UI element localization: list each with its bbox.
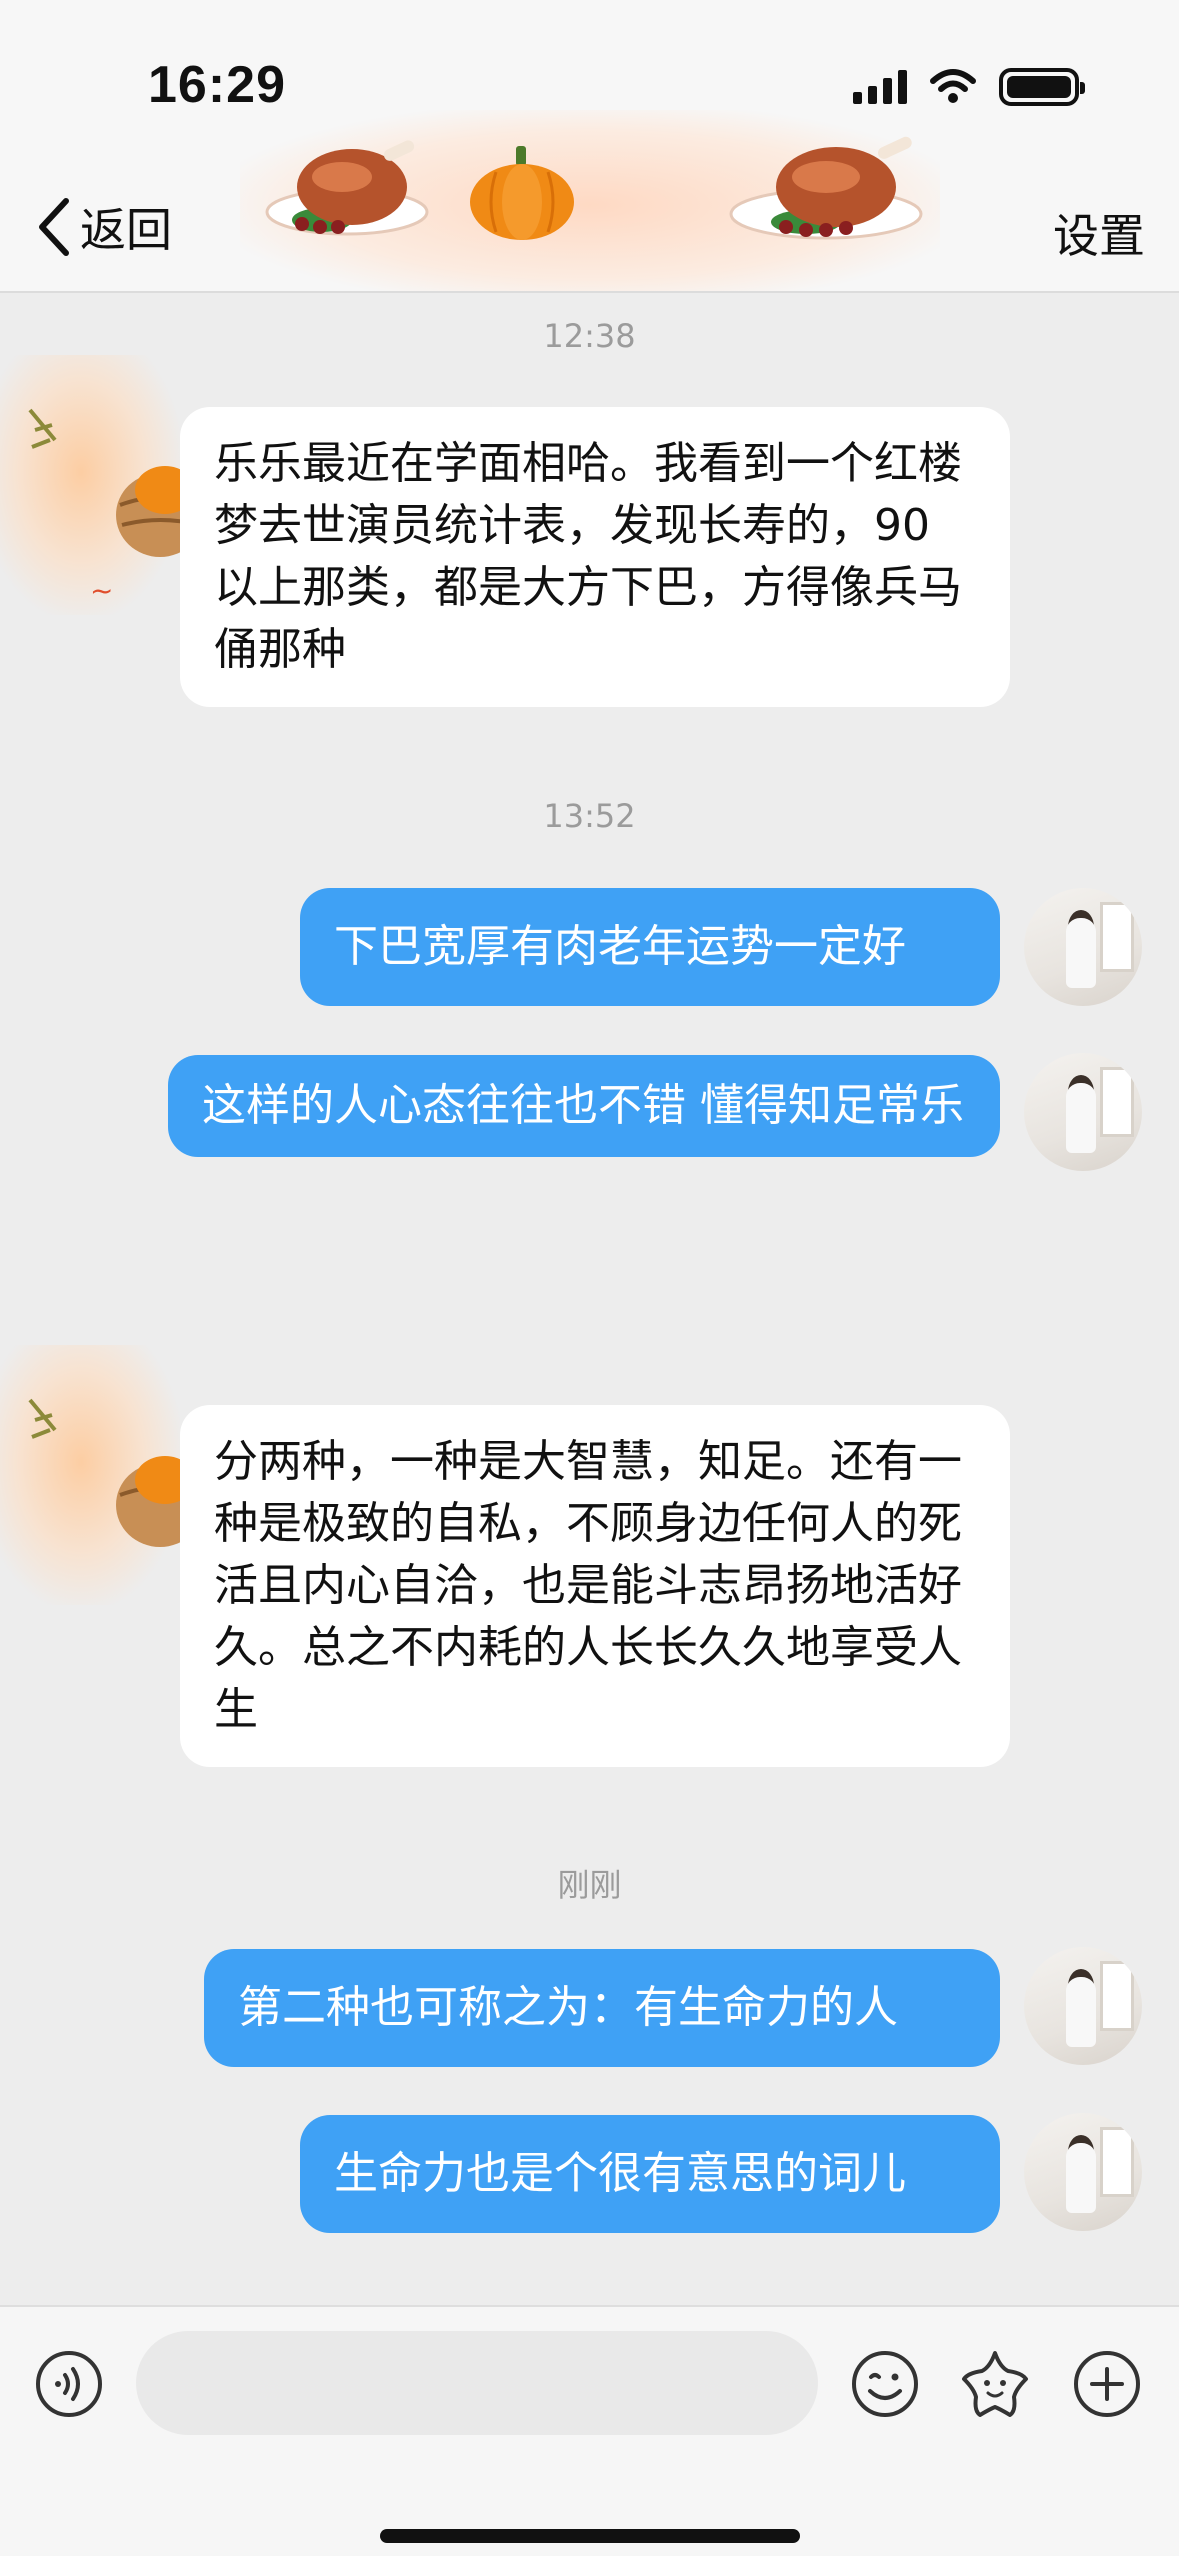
message-timestamp: 13:52 — [543, 797, 636, 835]
voice-icon[interactable] — [34, 2349, 104, 2419]
plus-icon[interactable] — [1072, 2349, 1142, 2419]
battery-icon — [999, 68, 1085, 106]
outgoing-message-bubble[interactable]: 下巴宽厚有肉老年运势一定好 — [300, 888, 1000, 1006]
emoji-icon[interactable] — [850, 2349, 920, 2419]
outgoing-message-bubble[interactable]: 生命力也是个很有意思的词儿 — [300, 2115, 1000, 2233]
chevron-left-icon — [39, 198, 69, 256]
back-button[interactable]: 返回 — [34, 195, 172, 259]
message-timestamp: 12:38 — [543, 317, 636, 355]
wifi-icon — [930, 69, 976, 103]
user-avatar[interactable] — [1024, 1053, 1142, 1171]
home-indicator — [380, 2529, 800, 2543]
incoming-message-bubble[interactable]: 分两种，一种是大智慧，知足。还有一种是极致的自私，不顾身边任何人的死活且内心自洽… — [180, 1405, 1010, 1767]
pumpkin-basket-icon — [28, 1398, 204, 1547]
incoming-message-bubble[interactable]: 乐乐最近在学面相哈。我看到一个红楼梦去世演员统计表，发现长寿的，90 以上那类，… — [180, 407, 1010, 707]
input-bar — [0, 2305, 1179, 2556]
contact-avatar[interactable]: ~ — [0, 355, 204, 615]
star-sticker-icon[interactable] — [958, 2347, 1032, 2421]
contact-avatar[interactable] — [0, 1345, 204, 1605]
user-avatar[interactable] — [1024, 2113, 1142, 2231]
user-avatar[interactable] — [1024, 1947, 1142, 2065]
svg-text:~: ~ — [90, 574, 113, 607]
message-input[interactable] — [136, 2331, 818, 2435]
user-avatar[interactable] — [1024, 888, 1142, 1006]
chat-area[interactable]: 12:38 ~ 乐乐最近在学面相哈。我看到一个红楼梦去世演员统计表，发现长寿的，… — [0, 295, 1179, 2305]
back-label: 返回 — [80, 203, 172, 257]
status-time: 16:29 — [148, 56, 286, 114]
pumpkin-icon — [470, 146, 574, 240]
cellular-signal-icon — [853, 70, 907, 104]
outgoing-message-bubble[interactable]: 这样的人心态往往也不错 懂得知足常乐 — [168, 1055, 1000, 1157]
message-timestamp: 刚刚 — [557, 1866, 622, 1904]
roast-turkey-icon — [729, 136, 923, 240]
outgoing-message-bubble[interactable]: 第二种也可称之为：有生命力的人 — [204, 1949, 1000, 2067]
top-bar: 16:29 返回 设置 — [0, 0, 1179, 293]
status-icons — [853, 62, 1085, 112]
pumpkin-basket-icon: ~ — [28, 408, 204, 607]
settings-button[interactable]: 设置 — [1053, 200, 1145, 266]
roast-turkey-icon — [265, 140, 429, 236]
